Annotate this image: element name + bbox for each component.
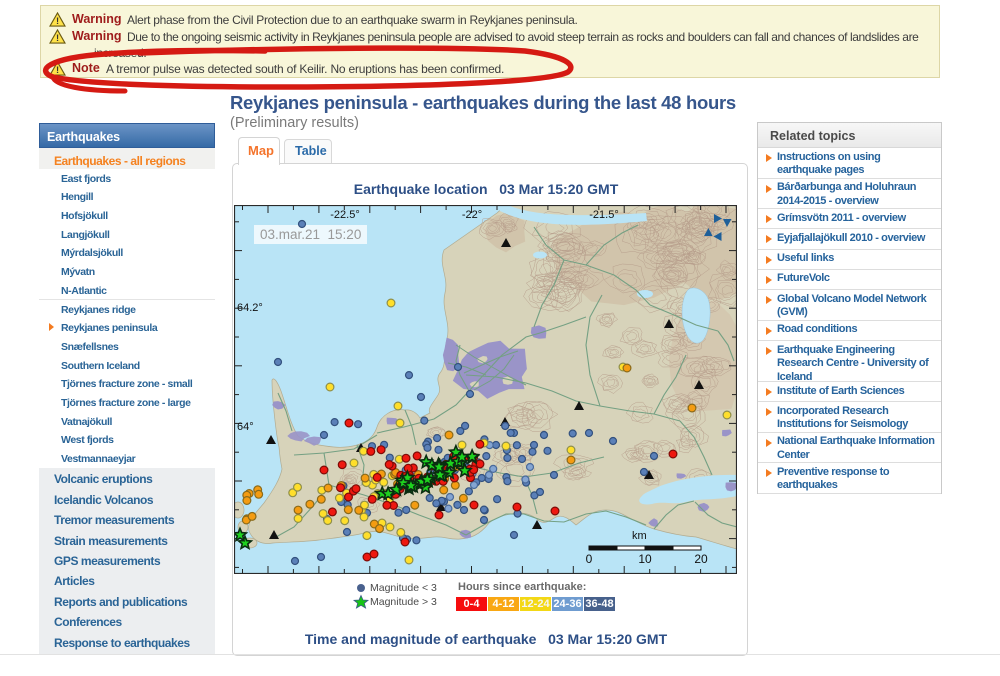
svg-text:-21.5°: -21.5° bbox=[589, 209, 618, 221]
svg-text:-22.5°: -22.5° bbox=[330, 209, 359, 221]
svg-text:64.2°: 64.2° bbox=[237, 302, 263, 314]
svg-text:km: km bbox=[632, 530, 647, 542]
svg-text:10: 10 bbox=[638, 552, 652, 566]
svg-text:-22°: -22° bbox=[462, 209, 482, 221]
svg-text:20: 20 bbox=[694, 552, 708, 566]
svg-text:!: ! bbox=[56, 16, 59, 26]
svg-text:0: 0 bbox=[586, 552, 593, 566]
svg-text:03.mar.21 15:20: 03.mar.21 15:20 bbox=[260, 227, 361, 242]
svg-text:64°: 64° bbox=[237, 421, 254, 433]
